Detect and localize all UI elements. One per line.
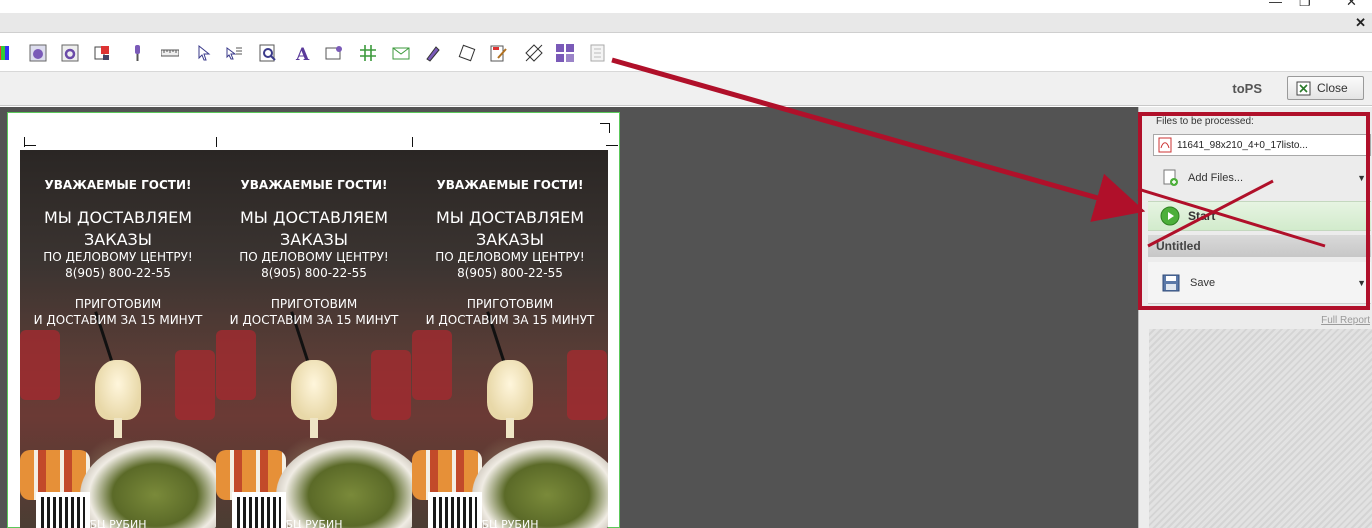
magnifier-page-icon[interactable] bbox=[258, 43, 278, 63]
flyer-phone: 8(905) 800-22-55 bbox=[65, 266, 171, 280]
gear-page-icon[interactable] bbox=[60, 43, 80, 63]
close-button[interactable]: Close bbox=[1287, 76, 1364, 100]
flyer-phone: 8(905) 800-22-55 bbox=[261, 266, 367, 280]
flyer-panel: УВАЖАЕМЫЕ ГОСТИ! МЫ ДОСТАВЛЯЕМ ЗАКАЗЫ ПО … bbox=[20, 150, 216, 528]
menubar: ✕ bbox=[0, 13, 1372, 33]
flyer-brand: БЦ РУБИН bbox=[285, 518, 343, 528]
flyer-cook: ПРИГОТОВИМ И ДОСТАВИМ ЗА 15 МИНУТ bbox=[229, 297, 399, 327]
svg-text:A: A bbox=[295, 45, 310, 62]
chevron-down-icon[interactable]: ▼ bbox=[1357, 278, 1366, 288]
add-file-icon bbox=[1163, 169, 1178, 186]
flyer-greeting: УВАЖАЕМЫЕ ГОСТИ! bbox=[44, 178, 192, 192]
play-icon bbox=[1160, 206, 1180, 226]
envelope-icon[interactable] bbox=[391, 43, 411, 63]
document-workspace[interactable]: УВАЖАЕМЫЕ ГОСТИ! МЫ ДОСТАВЛЯЕМ ЗАКАЗЫ ПО … bbox=[0, 107, 1138, 528]
tiles-icon[interactable] bbox=[555, 43, 575, 63]
flyer-subline: ПО ДЕЛОВОМУ ЦЕНТРУ! bbox=[435, 250, 585, 264]
restore-icon[interactable]: ❐ bbox=[1299, 0, 1311, 8]
flyer-subline: ПО ДЕЛОВОМУ ЦЕНТРУ! bbox=[239, 250, 389, 264]
chevron-down-icon[interactable]: ▼ bbox=[1357, 173, 1366, 183]
flyer-panel: УВАЖАЕМЫЕ ГОСТИ! МЫ ДОСТАВЛЯЕМ ЗАКАЗЫ ПО … bbox=[412, 150, 608, 528]
start-label: Start bbox=[1188, 209, 1216, 223]
eyedropper-icon[interactable] bbox=[127, 43, 147, 63]
flyer-brand: БЦ РУБИН bbox=[89, 518, 147, 528]
edit-page-icon[interactable] bbox=[489, 43, 509, 63]
empty-area bbox=[1149, 329, 1372, 528]
rotate-page-icon[interactable] bbox=[457, 43, 477, 63]
flyer-headline: МЫ ДОСТАВЛЯЕМ ЗАКАЗЫ bbox=[435, 208, 585, 249]
flyer-greeting: УВАЖАЕМЫЕ ГОСТИ! bbox=[240, 178, 388, 192]
ruler-icon[interactable] bbox=[160, 43, 180, 63]
globe-page-icon[interactable] bbox=[28, 43, 48, 63]
start-button[interactable]: Start bbox=[1148, 201, 1371, 231]
flyer-phone: 8(905) 800-22-55 bbox=[457, 266, 563, 280]
save-label: Save bbox=[1190, 276, 1216, 289]
close-button-label: Close bbox=[1317, 81, 1348, 95]
save-button[interactable]: Save ▼ bbox=[1148, 262, 1371, 304]
files-to-process-label: Files to be processed: bbox=[1156, 116, 1254, 127]
window-close-icon[interactable]: ✕ bbox=[1346, 0, 1357, 8]
minimize-icon[interactable]: — bbox=[1269, 0, 1282, 8]
full-report-link[interactable]: Full Report bbox=[1321, 315, 1370, 326]
tops-title: toPS bbox=[1232, 81, 1262, 96]
flyer-headline: МЫ ДОСТАВЛЯЕМ ЗАКАЗЫ bbox=[43, 208, 193, 249]
grid-hash-icon[interactable] bbox=[358, 43, 378, 63]
arrow-list-icon[interactable] bbox=[224, 43, 244, 63]
add-files-label: Add Files... bbox=[1188, 172, 1244, 184]
arrow-select-icon[interactable] bbox=[194, 43, 214, 63]
checklist-icon[interactable] bbox=[588, 43, 608, 63]
document-page: УВАЖАЕМЫЕ ГОСТИ! МЫ ДОСТАВЛЯЕМ ЗАКАЗЫ ПО … bbox=[7, 112, 620, 528]
split-page-icon[interactable] bbox=[92, 43, 112, 63]
floppy-disk-icon bbox=[1162, 274, 1180, 291]
document-close-icon[interactable]: ✕ bbox=[1355, 15, 1366, 31]
toolbar: A bbox=[0, 34, 1372, 72]
process-panel: Files to be processed: 11641_98x210_4+0_… bbox=[1138, 107, 1372, 528]
text-a-icon[interactable]: A bbox=[292, 43, 312, 63]
rectangle-star-icon[interactable] bbox=[324, 43, 344, 63]
flyer-greeting: УВАЖАЕМЫЕ ГОСТИ! bbox=[436, 178, 584, 192]
add-files-button[interactable]: Add Files... ▼ bbox=[1148, 163, 1371, 193]
flyer-cook: ПРИГОТОВИМ И ДОСТАВИМ ЗА 15 МИНУТ bbox=[425, 297, 595, 327]
pen-paint-icon[interactable] bbox=[423, 43, 443, 63]
flyer-brand: БЦ РУБИН bbox=[481, 518, 539, 528]
file-list-item[interactable]: 11641_98x210_4+0_17listo... bbox=[1153, 134, 1371, 156]
flyer-cook: ПРИГОТОВИМ И ДОСТАВИМ ЗА 15 МИНУТ bbox=[33, 297, 203, 327]
file-name: 11641_98x210_4+0_17listo... bbox=[1177, 139, 1308, 151]
color-bars-icon[interactable] bbox=[0, 43, 14, 63]
flyer-subline: ПО ДЕЛОВОМУ ЦЕНТРУ! bbox=[43, 250, 193, 264]
flyer-headline: МЫ ДОСТАВЛЯЕМ ЗАКАЗЫ bbox=[239, 208, 389, 249]
close-window-icon bbox=[1296, 81, 1311, 95]
crop-diamond-icon[interactable] bbox=[524, 43, 544, 63]
pdf-file-icon bbox=[1158, 137, 1172, 153]
tops-bar: toPS Close bbox=[0, 72, 1372, 106]
sequence-title: Untitled bbox=[1148, 235, 1371, 257]
window-titlebar: — ❐ ✕ bbox=[0, 0, 1372, 13]
flyer-panel: УВАЖАЕМЫЕ ГОСТИ! МЫ ДОСТАВЛЯЕМ ЗАКАЗЫ ПО … bbox=[216, 150, 412, 528]
